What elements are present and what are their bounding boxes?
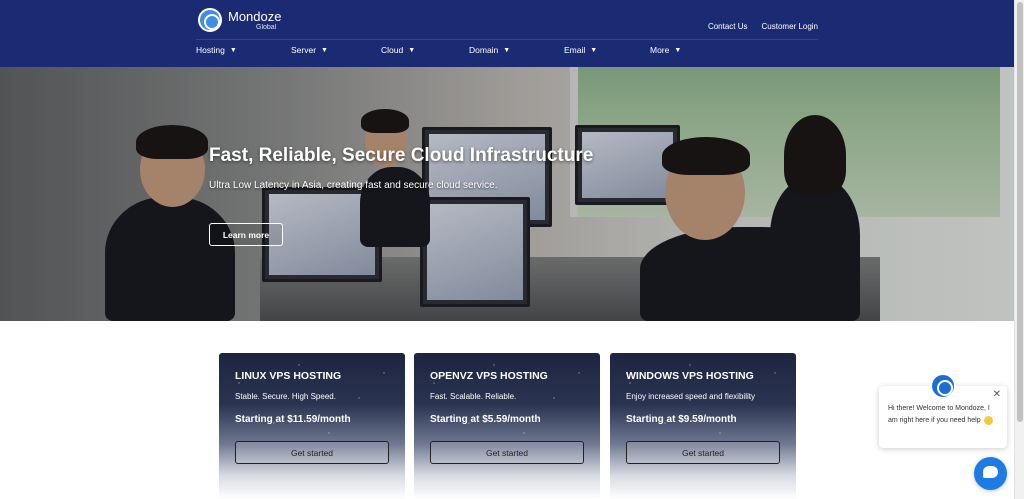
page-scrollbar[interactable]	[1014, 0, 1024, 499]
chat-welcome-message: Hi there! Welcome to Mondoze, I am right…	[888, 403, 1001, 427]
brand-logo[interactable]: Mondoze Global	[198, 8, 281, 32]
card-description: Stable. Secure. High Speed.	[235, 392, 336, 401]
chevron-down-icon: ▼	[229, 46, 237, 54]
card-price: Starting at $11.59/month	[235, 414, 351, 425]
chevron-down-icon: ▼	[321, 46, 328, 54]
chevron-down-icon: ▼	[590, 46, 598, 54]
plan-card-openvz-vps: OPENVZ VPS HOSTING Fast. Scalable. Relia…	[414, 353, 600, 499]
card-price: Starting at $9.59/month	[626, 414, 737, 425]
chat-avatar-icon	[930, 373, 956, 399]
get-started-button[interactable]: Get started	[235, 441, 389, 464]
hero-banner: Fast, Reliable, Secure Cloud Infrastruct…	[0, 67, 1014, 321]
nav-item-server[interactable]: Server ▼	[291, 45, 381, 55]
plan-card-windows-vps: WINDOWS VPS HOSTING Enjoy increased spee…	[610, 353, 796, 499]
scrollbar-thumb[interactable]	[1017, 2, 1023, 422]
chat-launcher-button[interactable]	[974, 457, 1007, 490]
card-title: LINUX VPS HOSTING	[235, 370, 342, 382]
contact-us-link[interactable]: Contact Us	[708, 22, 748, 31]
learn-more-button[interactable]: Learn more	[209, 223, 283, 246]
brand-name: Mondoze	[228, 8, 282, 24]
card-title: WINDOWS VPS HOSTING	[626, 370, 754, 382]
smile-emoji-icon	[983, 415, 993, 425]
chat-popup[interactable]: ✕ Hi there! Welcome to Mondoze, I am rig…	[879, 373, 1007, 448]
nav-divider	[196, 39, 818, 40]
card-description: Fast. Scalable. Reliable.	[430, 392, 517, 401]
card-price: Starting at $5.59/month	[430, 414, 541, 425]
chevron-down-icon: ▼	[674, 46, 682, 54]
card-description: Enjoy increased speed and flexibility	[626, 392, 755, 401]
card-title: OPENVZ VPS HOSTING	[430, 370, 548, 382]
get-started-button[interactable]: Get started	[430, 441, 584, 464]
plan-card-linux-vps: LINUX VPS HOSTING Stable. Secure. High S…	[219, 353, 405, 499]
hero-subtitle: Ultra Low Latency in Asia, creating fast…	[209, 180, 498, 191]
nav-item-more[interactable]: More ▼	[650, 45, 730, 55]
nav-item-cloud[interactable]: Cloud ▼	[381, 45, 469, 55]
close-icon[interactable]: ✕	[993, 389, 1001, 400]
site-header: Mondoze Global Contact Us Customer Login…	[0, 0, 1014, 67]
top-links: Contact Us Customer Login	[708, 22, 818, 31]
nav-item-email[interactable]: Email ▼	[564, 45, 650, 55]
nav-item-hosting[interactable]: Hosting ▼	[196, 45, 291, 55]
chevron-down-icon: ▼	[408, 46, 416, 54]
nav-item-domain[interactable]: Domain ▼	[469, 45, 564, 55]
customer-login-link[interactable]: Customer Login	[762, 22, 818, 31]
get-started-button[interactable]: Get started	[626, 441, 780, 464]
chevron-down-icon: ▼	[503, 46, 511, 54]
brand-tagline: Global	[256, 23, 277, 31]
logo-icon	[198, 8, 222, 32]
hero-title: Fast, Reliable, Secure Cloud Infrastruct…	[209, 145, 594, 166]
main-nav: Hosting ▼ Server ▼ Cloud ▼ Domain ▼ Email ▼ M…	[196, 45, 730, 55]
